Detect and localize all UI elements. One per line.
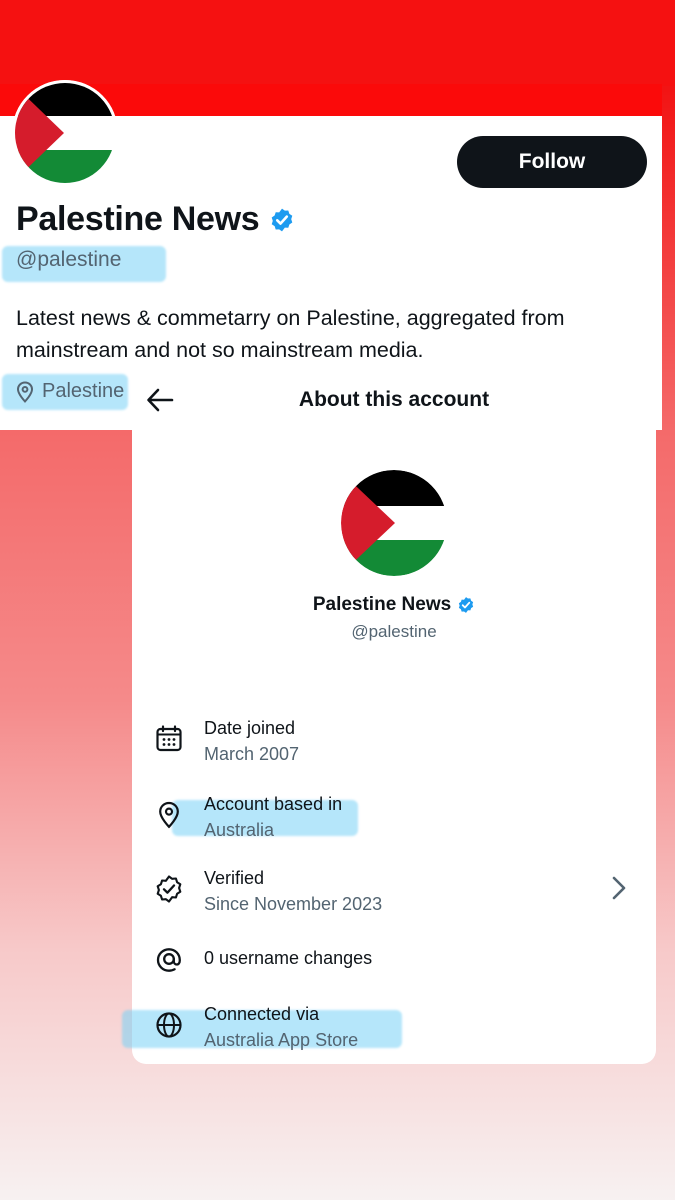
verified-icon (156, 875, 182, 903)
display-name: Palestine News (16, 200, 260, 238)
about-display-name: Palestine News (312, 594, 452, 615)
info-row-account-based: Account based in Australia (132, 792, 656, 848)
location-pin-icon (159, 801, 179, 829)
profile-location: Palestine (16, 380, 124, 403)
info-row-title: Date joined (204, 718, 296, 738)
at-icon (156, 948, 181, 972)
profile-handle[interactable]: @palestine (16, 248, 121, 272)
profile-bio: Latest news & commetarry on Palestine, a… (16, 306, 565, 362)
info-row-username-changes: 0 username changes (132, 942, 656, 998)
info-row-title: Connected via (204, 1004, 320, 1024)
profile-name-row: Palestine News (16, 200, 295, 239)
info-row-connected-via: Connected via Australia App Store (132, 1002, 656, 1058)
info-row-value: Australia App Store (204, 1030, 359, 1050)
avatar[interactable] (12, 80, 118, 186)
red-background-top (0, 0, 675, 86)
about-title: About this account (298, 388, 490, 411)
info-row-value: Since November 2023 (204, 894, 383, 914)
about-name-row: Palestine News (132, 594, 656, 616)
info-row-verified[interactable]: Verified Since November 2023 (132, 866, 656, 922)
palestine-flag-icon (12, 80, 118, 186)
about-header: About this account (132, 372, 656, 428)
globe-icon (156, 1012, 182, 1038)
follow-button[interactable]: Follow (457, 136, 647, 188)
info-row-title: Account based in (204, 794, 343, 814)
info-row-value: March 2007 (204, 744, 300, 764)
info-row-title: Verified (204, 868, 265, 888)
location-pin-icon (16, 380, 34, 403)
verified-badge-icon (459, 597, 474, 613)
chevron-right-icon[interactable] (610, 874, 628, 902)
about-avatar (341, 470, 447, 576)
about-handle: @palestine (351, 622, 437, 641)
info-row-value: Australia (204, 820, 275, 840)
calendar-icon (156, 725, 182, 752)
verified-badge-icon[interactable] (269, 207, 295, 233)
palestine-flag-icon (341, 470, 447, 576)
about-account-sheet: About this account Palestine News @pales… (122, 372, 656, 1064)
info-row-title: 0 username changes (204, 948, 373, 968)
location-text: Palestine (42, 380, 125, 402)
info-row-date-joined: Date joined March 2007 (132, 716, 656, 772)
